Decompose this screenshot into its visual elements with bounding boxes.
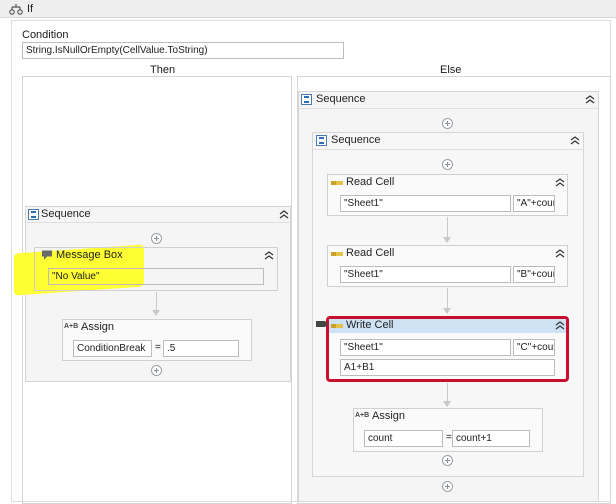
connector-arrow-icon: [443, 401, 451, 407]
then-sequence-title: Sequence: [41, 208, 91, 220]
message-box-collapse-icon[interactable]: [264, 251, 276, 261]
inner-sequence-collapse-icon[interactable]: [570, 136, 582, 146]
connector-line: [447, 288, 448, 308]
add-activity-icon[interactable]: [442, 455, 453, 466]
read-cell-1-sheet-input[interactable]: "Sheet1": [340, 195, 511, 212]
then-sequence-divider: [26, 222, 290, 223]
inner-sequence-divider: [313, 149, 583, 150]
read-cell-1-title: Read Cell: [346, 176, 395, 188]
write-cell-range-input[interactable]: "C"+cour: [513, 339, 555, 356]
if-header[interactable]: If: [0, 0, 616, 18]
add-activity-icon[interactable]: [442, 118, 453, 129]
add-activity-icon[interactable]: [442, 481, 453, 492]
sequence-icon: [28, 209, 39, 223]
sequence-icon: [301, 94, 312, 108]
message-box-icon: [41, 250, 53, 264]
assign-equals: =: [155, 342, 161, 353]
excel-read-icon: [331, 249, 343, 261]
assign-icon: A+B: [355, 412, 370, 419]
condition-label: Condition: [22, 29, 69, 41]
breakpoint-icon[interactable]: [316, 319, 328, 331]
then-assign-value-input[interactable]: .5: [163, 340, 239, 357]
excel-write-icon: [331, 321, 343, 333]
add-activity-icon[interactable]: [151, 233, 162, 244]
write-cell-title: Write Cell: [346, 319, 394, 331]
then-assign-to-input[interactable]: ConditionBreak: [73, 340, 152, 357]
read-cell-2-range-input[interactable]: "B"+cour: [513, 266, 555, 283]
assign-equals: =: [446, 432, 452, 443]
else-sequence-divider: [299, 108, 598, 109]
if-activity-icon: [9, 3, 23, 18]
assign-icon: A+B: [64, 323, 79, 330]
else-assign-to-input[interactable]: count: [364, 430, 443, 447]
then-label: Then: [150, 64, 176, 76]
else-label: Else: [440, 64, 462, 76]
excel-read-icon: [331, 178, 343, 190]
connector-arrow-icon: [152, 310, 160, 316]
connector-line: [447, 217, 448, 237]
write-cell-sheet-input[interactable]: "Sheet1": [340, 339, 511, 356]
else-assign-value-input[interactable]: count+1: [452, 430, 530, 447]
add-activity-icon[interactable]: [151, 365, 162, 376]
else-assign-title: Assign: [372, 410, 406, 422]
connector-arrow-icon: [443, 308, 451, 314]
write-cell-collapse-icon[interactable]: [555, 321, 567, 331]
read-cell-2-title: Read Cell: [346, 247, 395, 259]
connector-arrow-icon: [443, 237, 451, 243]
inner-sequence-title: Sequence: [331, 134, 381, 146]
then-sequence-collapse-icon[interactable]: [279, 210, 291, 220]
message-box-text-input[interactable]: "No Value": [48, 268, 264, 285]
connector-line: [156, 292, 157, 310]
if-title: If: [27, 3, 34, 15]
read-cell-2-sheet-input[interactable]: "Sheet1": [340, 266, 511, 283]
else-sequence-collapse-icon[interactable]: [585, 95, 597, 105]
read-cell-1-range-input[interactable]: "A"+cour: [513, 195, 555, 212]
add-activity-icon[interactable]: [442, 159, 453, 170]
read-cell-2-collapse-icon[interactable]: [555, 249, 567, 259]
message-box-title: Message Box: [56, 249, 123, 261]
condition-input[interactable]: String.IsNullOrEmpty(CellValue.ToString): [22, 42, 344, 59]
else-sequence-title: Sequence: [316, 93, 366, 105]
write-cell-value-input[interactable]: A1+B1: [340, 359, 555, 376]
then-assign-title: Assign: [81, 321, 115, 333]
sequence-icon: [316, 135, 327, 149]
read-cell-1-collapse-icon[interactable]: [555, 178, 567, 188]
connector-line: [447, 383, 448, 401]
